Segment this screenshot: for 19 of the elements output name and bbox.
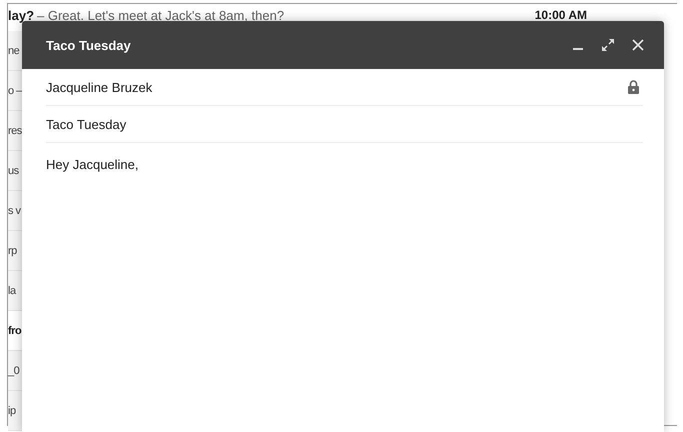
message-row[interactable]: _0 [8,351,22,391]
close-icon[interactable] [632,39,644,51]
message-row[interactable]: us [8,151,22,191]
message-row[interactable]: rp [8,231,22,271]
message-row[interactable]: o – [8,71,22,111]
message-row[interactable]: ne [8,31,22,71]
expand-icon[interactable] [601,38,615,52]
recipient-field[interactable]: Jacqueline Bruzek [46,80,152,94]
sender-name: lay? [8,8,34,22]
message-time: 10:00 AM [534,8,587,22]
message-row[interactable]: ip [8,391,22,431]
compose-title: Taco Tuesday [46,38,131,52]
subject-field[interactable]: Taco Tuesday [46,116,126,132]
message-row[interactable]: res [8,111,22,151]
message-body[interactable]: Hey Jacqueline, [46,157,640,172]
message-row[interactable]: la [8,271,22,311]
lock-icon [628,80,639,94]
message-snippet: – Great. Let's meet at Jack's at 8am, then? [37,8,284,22]
message-row[interactable]: s v [8,191,22,231]
